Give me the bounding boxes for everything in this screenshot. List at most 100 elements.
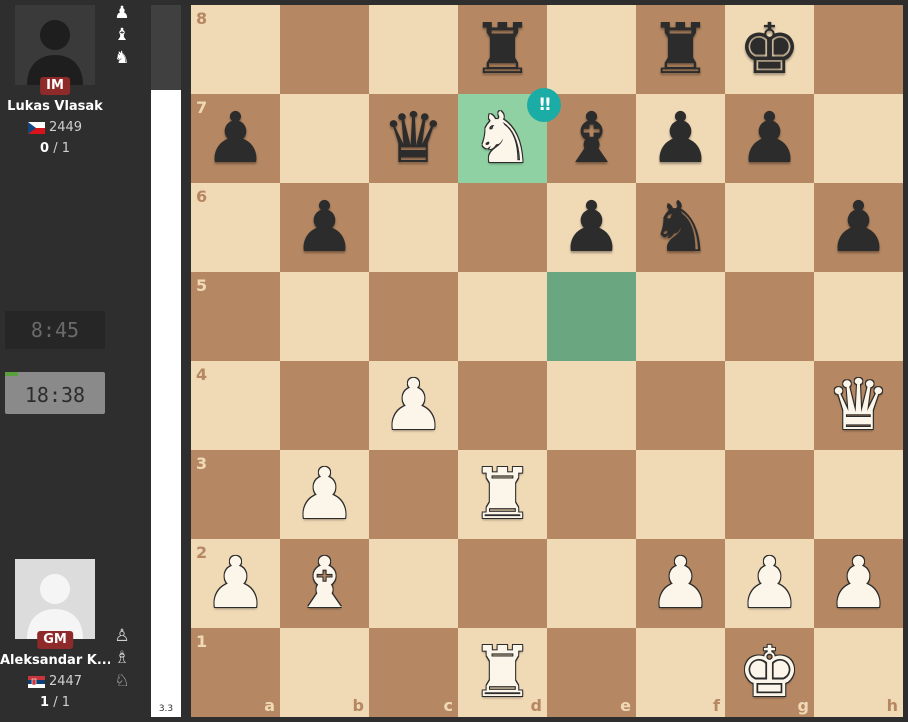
- square-b2[interactable]: ♝: [280, 539, 369, 628]
- square-d5[interactable]: [458, 272, 547, 361]
- square-f5[interactable]: [636, 272, 725, 361]
- square-a3[interactable]: 3: [191, 450, 280, 539]
- rank-label: 1: [196, 632, 208, 651]
- white-king[interactable]: ♚: [725, 628, 814, 717]
- square-e3[interactable]: [547, 450, 636, 539]
- square-a4[interactable]: 4: [191, 361, 280, 450]
- square-h7[interactable]: [814, 94, 903, 183]
- square-e2[interactable]: [547, 539, 636, 628]
- square-b4[interactable]: [280, 361, 369, 450]
- black-pawn[interactable]: ♟: [725, 94, 814, 183]
- square-h2[interactable]: ♟: [814, 539, 903, 628]
- square-b8[interactable]: [280, 5, 369, 94]
- square-g8[interactable]: ♚: [725, 5, 814, 94]
- square-f8[interactable]: ♜: [636, 5, 725, 94]
- white-pawn[interactable]: ♟: [369, 361, 458, 450]
- square-c8[interactable]: [369, 5, 458, 94]
- square-c3[interactable]: [369, 450, 458, 539]
- square-h5[interactable]: [814, 272, 903, 361]
- square-d3[interactable]: ♜: [458, 450, 547, 539]
- square-c4[interactable]: ♟: [369, 361, 458, 450]
- square-e6[interactable]: ♟: [547, 183, 636, 272]
- white-pawn[interactable]: ♟: [636, 539, 725, 628]
- player-name[interactable]: Aleksandar K...: [0, 653, 110, 668]
- square-h4[interactable]: ♛: [814, 361, 903, 450]
- white-pawn[interactable]: ♟: [280, 450, 369, 539]
- black-queen[interactable]: ♛: [369, 94, 458, 183]
- square-f4[interactable]: [636, 361, 725, 450]
- square-c7[interactable]: ♛: [369, 94, 458, 183]
- square-a7[interactable]: 7 ♟: [191, 94, 280, 183]
- square-d2[interactable]: [458, 539, 547, 628]
- black-king[interactable]: ♚: [725, 5, 814, 94]
- square-a2[interactable]: 2 ♟: [191, 539, 280, 628]
- black-rook[interactable]: ♜: [636, 5, 725, 94]
- square-g6[interactable]: [725, 183, 814, 272]
- square-d6[interactable]: [458, 183, 547, 272]
- square-b3[interactable]: ♟: [280, 450, 369, 539]
- square-h8[interactable]: [814, 5, 903, 94]
- rank-label: 4: [196, 365, 208, 384]
- square-b5[interactable]: [280, 272, 369, 361]
- black-pawn[interactable]: ♟: [814, 183, 903, 272]
- file-label: b: [352, 696, 364, 715]
- square-c2[interactable]: [369, 539, 458, 628]
- file-label: a: [264, 696, 275, 715]
- square-d4[interactable]: [458, 361, 547, 450]
- avatar-silhouette-icon: [27, 574, 83, 639]
- square-g1[interactable]: g ♚: [725, 628, 814, 717]
- square-f2[interactable]: ♟: [636, 539, 725, 628]
- square-d7[interactable]: ♞!!: [458, 88, 561, 183]
- bishop-icon: ♝: [114, 25, 130, 45]
- two-pawns-icon: ♙: [114, 626, 130, 646]
- square-a6[interactable]: 6: [191, 183, 280, 272]
- square-g3[interactable]: [725, 450, 814, 539]
- square-f7[interactable]: ♟: [636, 94, 725, 183]
- white-pawn[interactable]: ♟: [191, 539, 280, 628]
- square-h3[interactable]: [814, 450, 903, 539]
- square-g5[interactable]: [725, 272, 814, 361]
- square-a8[interactable]: 8: [191, 5, 280, 94]
- square-h6[interactable]: ♟: [814, 183, 903, 272]
- square-c6[interactable]: [369, 183, 458, 272]
- white-bishop[interactable]: ♝: [280, 539, 369, 628]
- white-queen[interactable]: ♛: [814, 361, 903, 450]
- square-c1[interactable]: c: [369, 628, 458, 717]
- square-e8[interactable]: [547, 5, 636, 94]
- white-pawn[interactable]: ♟: [725, 539, 814, 628]
- square-b7[interactable]: [280, 94, 369, 183]
- square-e5[interactable]: [547, 272, 636, 361]
- avatar[interactable]: IM: [15, 5, 95, 95]
- square-a1[interactable]: 1a: [191, 628, 280, 717]
- square-f3[interactable]: [636, 450, 725, 539]
- black-rook[interactable]: ♜: [458, 5, 547, 94]
- white-rook[interactable]: ♜: [458, 450, 547, 539]
- player-name[interactable]: Lukas Vlasak: [0, 99, 110, 114]
- square-b6[interactable]: ♟: [280, 183, 369, 272]
- square-d8[interactable]: ♜: [458, 5, 547, 94]
- black-pawn[interactable]: ♟: [191, 94, 280, 183]
- black-pawn[interactable]: ♟: [547, 183, 636, 272]
- square-c5[interactable]: [369, 272, 458, 361]
- square-b1[interactable]: b: [280, 628, 369, 717]
- black-knight[interactable]: ♞: [636, 183, 725, 272]
- square-g4[interactable]: [725, 361, 814, 450]
- black-pawn[interactable]: ♟: [280, 183, 369, 272]
- square-e4[interactable]: [547, 361, 636, 450]
- square-a5[interactable]: 5: [191, 272, 280, 361]
- black-pawn[interactable]: ♟: [636, 94, 725, 183]
- square-d1[interactable]: d ♜: [458, 628, 547, 717]
- square-g2[interactable]: ♟: [725, 539, 814, 628]
- chess-board[interactable]: 8 ♜ ♜ ♚ 7 ♟ ♛ ♞!! ♝ ♟ ♟ 6 ♟ ♟ ♞ ♟ 5 4 ♟ ♛ 3 ♟ ♜ 2 ♟ ♝ ♟ ♟ ♟ 1 a b c d ♜ e f g…: [191, 5, 903, 717]
- square-f1[interactable]: f: [636, 628, 725, 717]
- white-rook[interactable]: ♜: [458, 628, 547, 717]
- square-e1[interactable]: e: [547, 628, 636, 717]
- avatar[interactable]: GM: [15, 559, 95, 649]
- square-g7[interactable]: ♟: [725, 94, 814, 183]
- square-h1[interactable]: h: [814, 628, 903, 717]
- clock-time: 18:38: [24, 383, 86, 407]
- player-sidebar: IM Lukas Vlasak 2449 0 / 1 ♟ ♝ ♞ 8:45 18…: [0, 0, 150, 722]
- rank-label: 3: [196, 454, 208, 473]
- white-pawn[interactable]: ♟: [814, 539, 903, 628]
- square-f6[interactable]: ♞: [636, 183, 725, 272]
